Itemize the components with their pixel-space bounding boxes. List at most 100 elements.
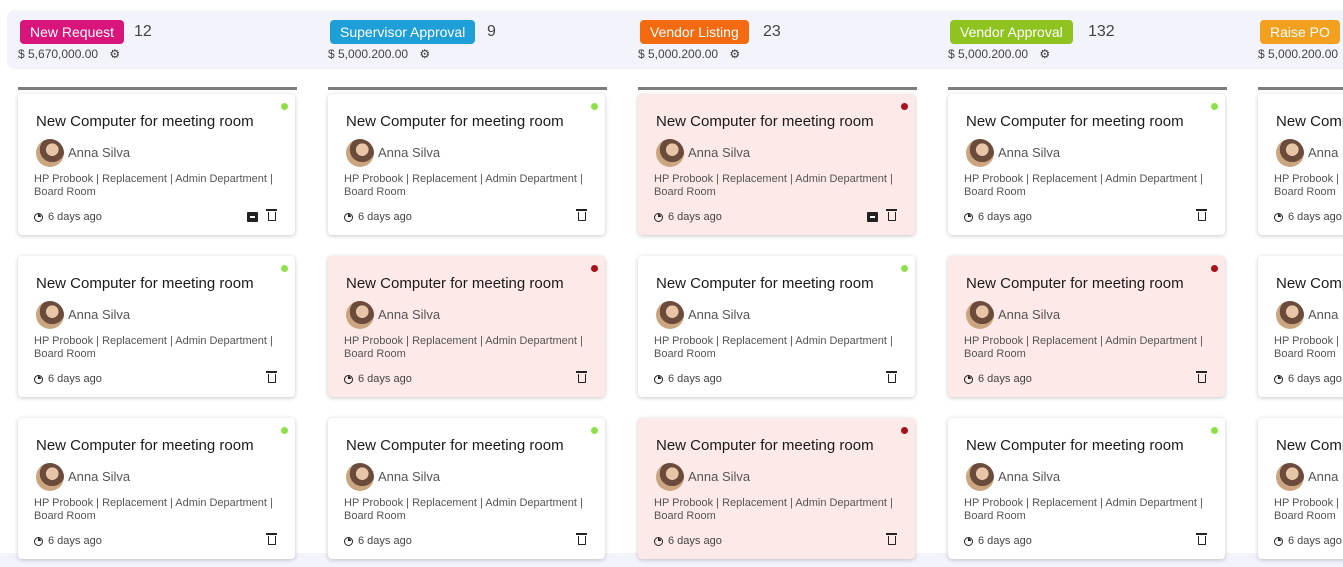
- status-dot: [901, 265, 908, 272]
- column-amount-value: $ 5,000.200.00: [948, 47, 1029, 61]
- assignee-name: Anna Silva: [68, 469, 131, 484]
- gear-icon[interactable]: ⚙: [109, 47, 120, 61]
- request-card[interactable]: New Computer for meeting room Anna Silva…: [638, 256, 915, 397]
- clock-icon: [34, 537, 43, 546]
- avatar: [346, 463, 374, 491]
- request-card[interactable]: New Computer for meeting room Anna Silva…: [1258, 418, 1343, 559]
- card-details: HP Probook | Replacement | Admin Departm…: [1274, 173, 1343, 198]
- column-status-badge[interactable]: Raise PO: [1260, 20, 1340, 44]
- request-card[interactable]: New Computer for meeting room Anna Silva…: [638, 94, 915, 235]
- trash-icon[interactable]: [576, 209, 587, 221]
- trash-icon[interactable]: [266, 371, 277, 383]
- trash-icon[interactable]: [266, 209, 277, 221]
- assignee-name: Anna Silva: [378, 145, 441, 160]
- card-details: HP Probook | Replacement | Admin Departm…: [964, 335, 1203, 360]
- status-dot: [281, 265, 288, 272]
- gear-icon[interactable]: ⚙: [419, 47, 430, 61]
- status-dot: [901, 103, 908, 110]
- trash-icon[interactable]: [886, 533, 897, 545]
- avatar: [656, 139, 684, 167]
- request-card[interactable]: New Computer for meeting room Anna Silva…: [18, 94, 295, 235]
- request-card[interactable]: New Computer for meeting room Anna Silva…: [328, 94, 605, 235]
- card-details: HP Probook | Replacement | Admin Departm…: [1274, 497, 1343, 522]
- request-card[interactable]: New Computer for meeting room Anna Silva…: [948, 256, 1225, 397]
- card-title: New Computer for meeting room: [1276, 113, 1343, 130]
- status-dot: [591, 103, 598, 110]
- request-card[interactable]: New Computer for meeting room Anna Silva…: [18, 256, 295, 397]
- time-text: 6 days ago: [358, 535, 412, 547]
- card-title: New Computer for meeting room: [36, 113, 254, 130]
- clock-icon: [1274, 375, 1283, 384]
- request-card[interactable]: New Computer for meeting room Anna Silva…: [1258, 94, 1343, 235]
- trash-icon[interactable]: [576, 371, 587, 383]
- assignee-name: Anna Silva: [998, 145, 1061, 160]
- request-card[interactable]: New Computer for meeting room Anna Silva…: [328, 418, 605, 559]
- kanban-board: New Request 12 $ 5,670,000.00 ⚙ New Comp…: [0, 0, 1343, 567]
- card-title: New Computer for meeting room: [656, 437, 874, 454]
- column-status-badge[interactable]: Supervisor Approval: [330, 20, 476, 44]
- archive-icon[interactable]: [247, 212, 258, 222]
- gear-icon[interactable]: ⚙: [1039, 47, 1050, 61]
- card-details: HP Probook | Replacement | Admin Departm…: [964, 173, 1203, 198]
- clock-icon: [34, 375, 43, 384]
- avatar: [346, 301, 374, 329]
- avatar: [346, 139, 374, 167]
- card-details: HP Probook | Replacement | Admin Departm…: [344, 335, 583, 360]
- column-amount: $ 5,000.200.00 ⚙: [328, 47, 430, 61]
- time-text: 6 days ago: [978, 211, 1032, 223]
- card-time: 6 days ago: [344, 535, 412, 547]
- request-card[interactable]: New Computer for meeting room Anna Silva…: [1258, 256, 1343, 397]
- request-card[interactable]: New Computer for meeting room Anna Silva…: [948, 418, 1225, 559]
- trash-icon[interactable]: [886, 371, 897, 383]
- card-time: 6 days ago: [34, 373, 102, 385]
- column-status-badge[interactable]: Vendor Listing: [640, 20, 749, 44]
- card-title: New Computer for meeting room: [346, 437, 564, 454]
- status-dot: [591, 427, 598, 434]
- card-title: New Computer for meeting room: [36, 275, 254, 292]
- card-time: 6 days ago: [654, 373, 722, 385]
- column-divider: [638, 87, 917, 90]
- card-time: 6 days ago: [1274, 211, 1342, 223]
- status-dot: [901, 427, 908, 434]
- trash-icon[interactable]: [886, 209, 897, 221]
- column-amount: $ 5,670,000.00 ⚙: [18, 47, 120, 61]
- request-card[interactable]: New Computer for meeting room Anna Silva…: [638, 418, 915, 559]
- column-status-badge[interactable]: Vendor Approval: [950, 20, 1073, 44]
- card-title: New Computer for meeting room: [346, 275, 564, 292]
- status-dot: [1211, 265, 1218, 272]
- card-title: New Computer for meeting room: [966, 275, 1184, 292]
- card-time: 6 days ago: [344, 373, 412, 385]
- column-status-badge[interactable]: New Request: [20, 20, 125, 44]
- status-dot: [1211, 427, 1218, 434]
- avatar: [966, 301, 994, 329]
- time-text: 6 days ago: [668, 211, 722, 223]
- column-amount: $ 5,000.200.00 ⚙: [638, 47, 740, 61]
- card-title: New Computer for meeting room: [966, 113, 1184, 130]
- archive-icon[interactable]: [867, 212, 878, 222]
- clock-icon: [654, 213, 663, 222]
- column-header: New Request 12 $ 5,670,000.00 ⚙: [18, 20, 297, 90]
- column-header: Vendor Approval 132 $ 5,000.200.00 ⚙: [948, 20, 1227, 90]
- trash-icon[interactable]: [266, 533, 277, 545]
- trash-icon[interactable]: [1196, 209, 1207, 221]
- avatar: [1276, 139, 1304, 167]
- trash-icon[interactable]: [1196, 371, 1207, 383]
- clock-icon: [344, 375, 353, 384]
- request-card[interactable]: New Computer for meeting room Anna Silva…: [328, 256, 605, 397]
- clock-icon: [344, 213, 353, 222]
- column-count: 132: [1088, 23, 1115, 40]
- request-card[interactable]: New Computer for meeting room Anna Silva…: [18, 418, 295, 559]
- card-details: HP Probook | Replacement | Admin Departm…: [964, 497, 1203, 522]
- gear-icon[interactable]: ⚙: [729, 47, 740, 61]
- time-text: 6 days ago: [668, 535, 722, 547]
- clock-icon: [964, 375, 973, 384]
- avatar: [36, 463, 64, 491]
- request-card[interactable]: New Computer for meeting room Anna Silva…: [948, 94, 1225, 235]
- card-title: New Computer for meeting room: [966, 437, 1184, 454]
- column-divider: [18, 87, 297, 90]
- card-title: New Computer for meeting room: [1276, 437, 1343, 454]
- trash-icon[interactable]: [576, 533, 587, 545]
- trash-icon[interactable]: [1196, 533, 1207, 545]
- column-amount-value: $ 5,000.200.00: [1258, 47, 1339, 61]
- time-text: 6 days ago: [358, 373, 412, 385]
